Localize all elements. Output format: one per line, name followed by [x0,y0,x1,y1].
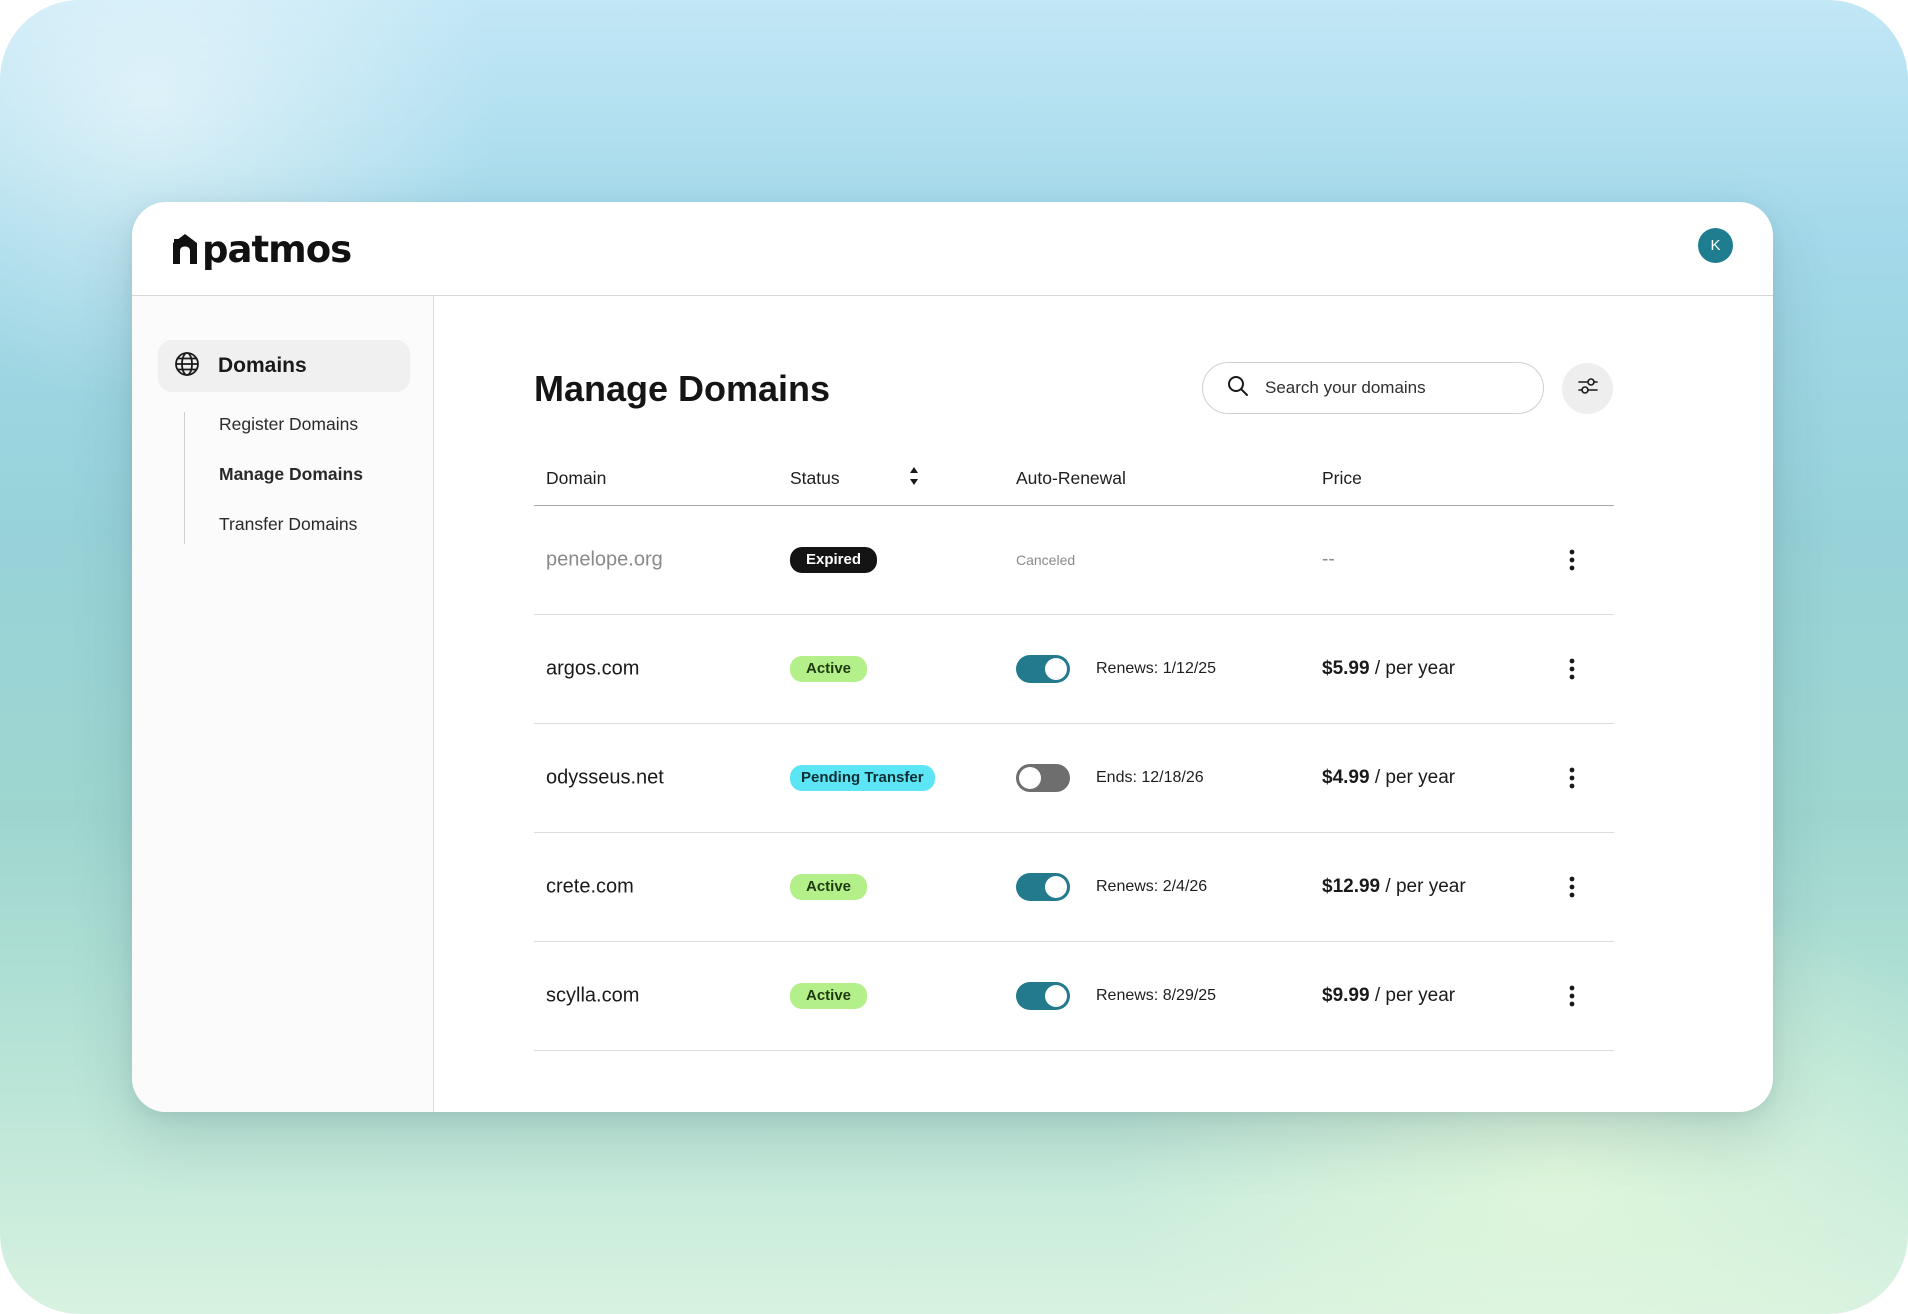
status-badge: Expired [790,547,878,573]
more-vertical-icon [1569,985,1575,1007]
table-row: odysseus.net Pending Transfer Ends: 12/1… [534,724,1614,833]
column-header-auto-renewal[interactable]: Auto-Renewal [1016,468,1126,489]
brand-logo[interactable]: patmos [172,224,352,274]
price: $9.99 / per year [1322,985,1455,1007]
table-row: scylla.com Active Renews: 8/29/25 $9.99 … [534,942,1614,1051]
price-unit: / per year [1369,767,1456,788]
domain-name[interactable]: penelope.org [546,549,663,572]
price-amount: $12.99 [1322,876,1381,897]
toggle-knob [1045,658,1067,680]
price-amount: -- [1322,549,1335,570]
more-options-button[interactable] [1562,547,1582,573]
toggle-knob [1045,985,1067,1007]
renewal-date: Renews: 2/4/26 [1096,878,1208,895]
sort-icon[interactable] [908,465,920,492]
more-vertical-icon [1569,767,1575,789]
table-row: crete.com Active Renews: 2/4/26 $12.99 /… [534,833,1614,942]
sidebar: Domains Register Domains Manage Domains … [132,296,434,1112]
more-vertical-icon [1569,658,1575,680]
house-logo-icon [172,233,198,265]
price: $5.99 / per year [1322,658,1455,680]
renewal-status: Canceled [1016,552,1076,568]
auto-renewal-toggle[interactable] [1016,764,1070,792]
auto-renewal-toggle[interactable] [1016,982,1070,1010]
sliders-icon [1576,374,1600,403]
toggle-knob [1019,767,1041,789]
more-options-button[interactable] [1562,765,1582,791]
price: $12.99 / per year [1322,876,1466,898]
status-badge: Active [790,983,868,1009]
renewal-date: Renews: 8/29/25 [1096,987,1217,1004]
app-window: patmos K Domains Register Domains Manage… [132,202,1773,1112]
globe-icon [174,351,200,382]
sidebar-item-domains[interactable]: Domains [158,340,410,392]
price: $4.99 / per year [1322,767,1455,789]
sidebar-subnav: Register Domains Manage Domains Transfer… [184,412,363,544]
column-header-price[interactable]: Price [1322,468,1362,489]
price-unit: / per year [1369,985,1456,1006]
table-row: argos.com Active Renews: 1/12/25 $5.99 /… [534,615,1614,724]
search-input[interactable] [1265,378,1505,398]
price-amount: $5.99 [1322,658,1370,679]
sidebar-item-manage-domains[interactable]: Manage Domains [219,464,363,485]
more-options-button[interactable] [1562,656,1582,682]
price-unit: / per year [1369,658,1456,679]
price: -- [1322,549,1335,571]
price-amount: $4.99 [1322,767,1370,788]
domain-name[interactable]: scylla.com [546,985,639,1008]
filter-button[interactable] [1562,363,1613,414]
auto-renewal-toggle[interactable] [1016,655,1070,683]
more-vertical-icon [1569,549,1575,571]
search-box[interactable] [1202,362,1544,414]
table-header: Domain Status Auto-Renewal Price [534,446,1614,506]
renewal-date: Ends: 12/18/26 [1096,769,1204,786]
more-options-button[interactable] [1562,874,1582,900]
status-badge: Active [790,874,868,900]
main-content: Manage Domains Search your domains Domai… [434,296,1773,1112]
toggle-knob [1045,876,1067,898]
domain-name[interactable]: argos.com [546,658,639,681]
price-amount: $9.99 [1322,985,1370,1006]
search-icon [1227,375,1249,402]
column-header-domain[interactable]: Domain [546,468,606,489]
price-unit: / per year [1380,876,1466,897]
user-avatar[interactable]: K [1698,228,1733,263]
renewal-date: Renews: 1/12/25 [1096,660,1217,677]
domain-name[interactable]: odysseus.net [546,767,664,790]
status-badge: Pending Transfer [790,765,935,791]
more-options-button[interactable] [1562,983,1582,1009]
auto-renewal-toggle[interactable] [1016,873,1070,901]
domains-table: Domain Status Auto-Renewal Price penelop… [534,446,1614,1051]
top-bar: patmos K [132,202,1773,296]
table-row: penelope.org Expired Canceled -- [534,506,1614,615]
status-badge: Active [790,656,868,682]
sidebar-item-transfer-domains[interactable]: Transfer Domains [219,514,357,535]
page-title: Manage Domains [534,368,831,409]
column-header-status[interactable]: Status [790,468,840,489]
sidebar-item-register-domains[interactable]: Register Domains [219,414,358,435]
sidebar-item-label: Domains [218,354,307,377]
domain-name[interactable]: crete.com [546,876,634,899]
brand-name: patmos [202,227,352,271]
more-vertical-icon [1569,876,1575,898]
